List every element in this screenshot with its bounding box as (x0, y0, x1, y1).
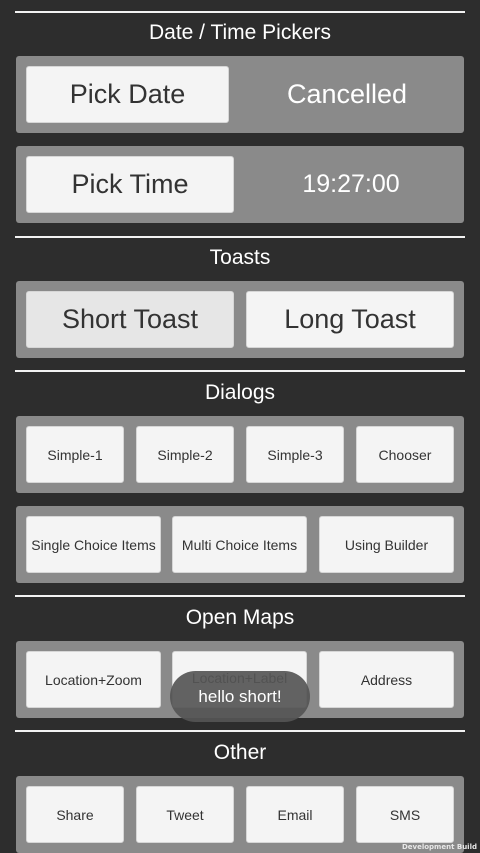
toast-message: hello short! (170, 671, 310, 722)
multi-choice-items-button[interactable]: Multi Choice Items (172, 516, 307, 573)
pick-time-button[interactable]: Pick Time (26, 156, 234, 213)
simple-1-button[interactable]: Simple-1 (26, 426, 124, 483)
other-panel: Share Tweet Email SMS (16, 776, 464, 853)
divider-other (15, 730, 465, 732)
dialogs-choice-panel: Single Choice Items Multi Choice Items U… (16, 506, 464, 583)
simple-3-button[interactable]: Simple-3 (246, 426, 344, 483)
section-title-other: Other (213, 741, 267, 764)
using-builder-button[interactable]: Using Builder (319, 516, 454, 573)
address-button[interactable]: Address (319, 651, 454, 708)
section-title-open-maps: Open Maps (185, 606, 295, 629)
divider-toasts (15, 236, 465, 238)
time-picker-panel: Pick Time 19:27:00 (16, 146, 464, 223)
simple-2-button[interactable]: Simple-2 (136, 426, 234, 483)
pick-date-button[interactable]: Pick Date (26, 66, 229, 123)
tweet-button[interactable]: Tweet (136, 786, 234, 843)
email-button[interactable]: Email (246, 786, 344, 843)
divider-maps (15, 595, 465, 597)
date-picker-panel: Pick Date Cancelled (16, 56, 464, 133)
divider-top (15, 11, 465, 13)
date-value-label: Cancelled (286, 79, 408, 109)
long-toast-button[interactable]: Long Toast (246, 291, 454, 348)
single-choice-items-button[interactable]: Single Choice Items (26, 516, 161, 573)
sms-button[interactable]: SMS (356, 786, 454, 843)
section-title-toasts: Toasts (209, 246, 271, 269)
location-zoom-button[interactable]: Location+Zoom (26, 651, 161, 708)
time-value-label: 19:27:00 (302, 170, 400, 198)
dialogs-simple-panel: Simple-1 Simple-2 Simple-3 Chooser (16, 416, 464, 493)
section-title-date-time: Date / Time Pickers (148, 21, 332, 44)
chooser-button[interactable]: Chooser (356, 426, 454, 483)
divider-dialogs (15, 370, 465, 372)
section-title-dialogs: Dialogs (204, 381, 276, 404)
development-build-watermark: Development Build (401, 843, 477, 851)
share-button[interactable]: Share (26, 786, 124, 843)
short-toast-button[interactable]: Short Toast (26, 291, 234, 348)
toasts-panel: Short Toast Long Toast (16, 281, 464, 358)
